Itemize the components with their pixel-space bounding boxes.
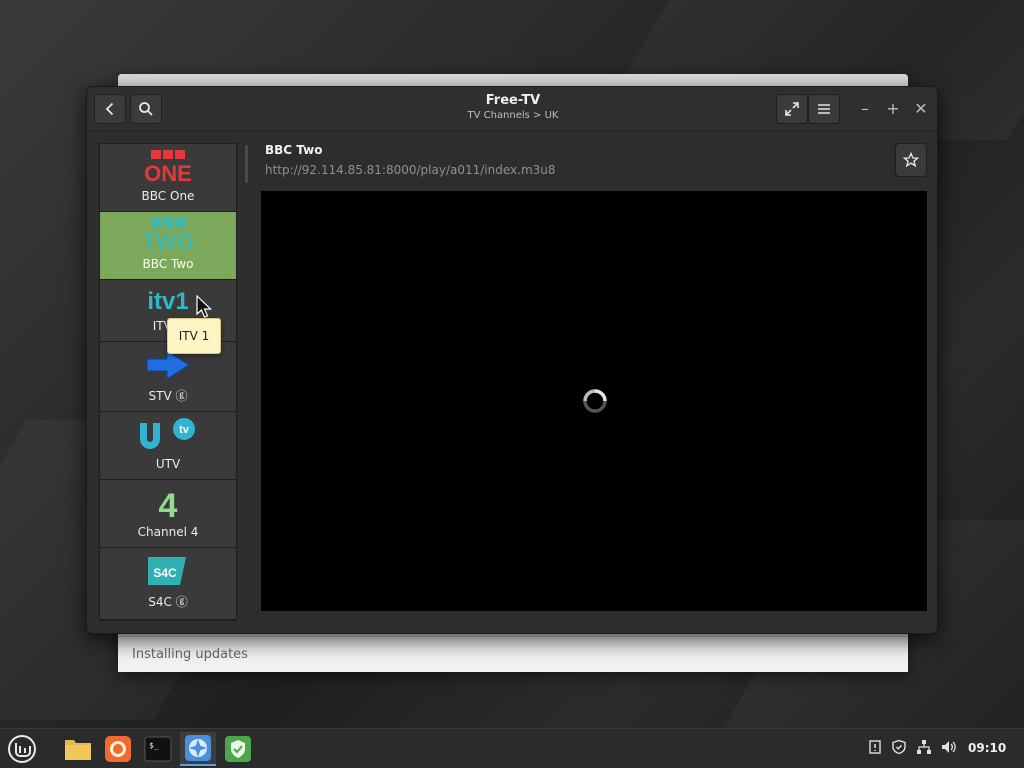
current-channel-title: BBC Two	[265, 143, 323, 157]
taskbar-files[interactable]	[60, 732, 96, 766]
svg-text:TWO: TWO	[142, 229, 193, 253]
svg-text:4: 4	[159, 487, 178, 521]
title-block: Free-TV TV Channels > UK	[387, 93, 639, 121]
shield-icon	[225, 736, 251, 762]
taskbar-firefox[interactable]	[100, 732, 136, 766]
utv-logo: tv	[136, 417, 200, 453]
channel-item-s4c[interactable]: S4C S4C ⓖ	[100, 548, 236, 620]
bbc-two-logo: TWO	[138, 217, 198, 253]
clock[interactable]: 09:10	[968, 741, 1006, 755]
s4c-logo: S4C	[146, 553, 190, 589]
star-icon	[903, 152, 919, 168]
channel-item-utv[interactable]: tv UTV	[100, 412, 236, 480]
bbc-one-logo: ONE	[138, 149, 198, 185]
menu-button[interactable]	[808, 94, 840, 124]
folder-icon	[65, 740, 91, 760]
hamburger-icon	[818, 104, 830, 114]
installing-status: Installing updates	[118, 636, 908, 672]
pane-divider[interactable]	[245, 145, 248, 183]
close-button[interactable]: ✕	[911, 99, 931, 119]
volume-icon[interactable]	[940, 739, 958, 757]
titlebar: Free-TV TV Channels > UK – + ✕	[87, 87, 937, 131]
channel-item-bbc-two[interactable]: TWO BBC Two	[100, 212, 236, 280]
channel-label: BBC Two	[142, 257, 194, 271]
svg-text:$_: $_	[149, 741, 159, 750]
channel-item-channel4[interactable]: 4 Channel 4	[100, 480, 236, 548]
itv1-logo: itv1	[133, 285, 203, 315]
expand-icon	[785, 102, 799, 116]
firefox-icon	[105, 736, 131, 762]
maximize-button[interactable]: +	[883, 99, 903, 119]
free-tv-window: Free-TV TV Channels > UK – + ✕ ONE BBC O…	[86, 86, 938, 634]
update-shield-icon[interactable]	[890, 739, 908, 757]
taskbar-free-tv[interactable]	[180, 732, 216, 766]
chevron-left-icon	[105, 102, 114, 116]
video-player[interactable]	[261, 191, 927, 611]
channel-label: STV ⓖ	[148, 389, 188, 403]
search-button[interactable]	[130, 94, 162, 124]
mint-logo-icon	[8, 735, 36, 763]
svg-text:S4C: S4C	[153, 566, 177, 580]
network-icon[interactable]	[915, 739, 933, 757]
back-button[interactable]	[94, 94, 126, 124]
channel-label: Channel 4	[137, 525, 199, 539]
favorite-button[interactable]	[895, 143, 927, 177]
notifications-icon[interactable]	[866, 739, 884, 757]
fullscreen-button[interactable]	[776, 94, 808, 124]
mouse-cursor-icon	[196, 295, 212, 318]
channel-label: UTV	[155, 457, 181, 471]
channel-list[interactable]: ONE BBC One TWO BBC Two itv1 ITV STV ⓖ t…	[99, 143, 237, 621]
channel-label: S4C ⓖ	[148, 595, 188, 609]
channel-label: BBC One	[141, 189, 195, 203]
svg-text:itv1: itv1	[147, 288, 188, 315]
terminal-icon: $_	[144, 736, 172, 762]
channel4-logo: 4	[148, 485, 188, 521]
search-icon	[139, 102, 153, 116]
taskbar: $_ 09:10	[0, 728, 1024, 768]
svg-text:ONE: ONE	[144, 161, 192, 185]
channel-item-bbc-one[interactable]: ONE BBC One	[100, 144, 236, 212]
freetv-app-icon	[185, 735, 211, 761]
svg-text:tv: tv	[179, 424, 190, 436]
taskbar-update-manager[interactable]	[220, 732, 256, 766]
start-menu-button[interactable]	[4, 732, 40, 766]
loading-spinner-icon	[583, 389, 607, 413]
current-channel-url: http://92.114.85.81:8000/play/a011/index…	[265, 163, 556, 177]
minimize-button[interactable]: –	[855, 99, 875, 119]
window-title: Free-TV	[485, 93, 541, 108]
window-subtitle: TV Channels > UK	[467, 110, 559, 121]
taskbar-terminal[interactable]: $_	[140, 732, 176, 766]
channel-tooltip: ITV 1	[167, 318, 221, 354]
